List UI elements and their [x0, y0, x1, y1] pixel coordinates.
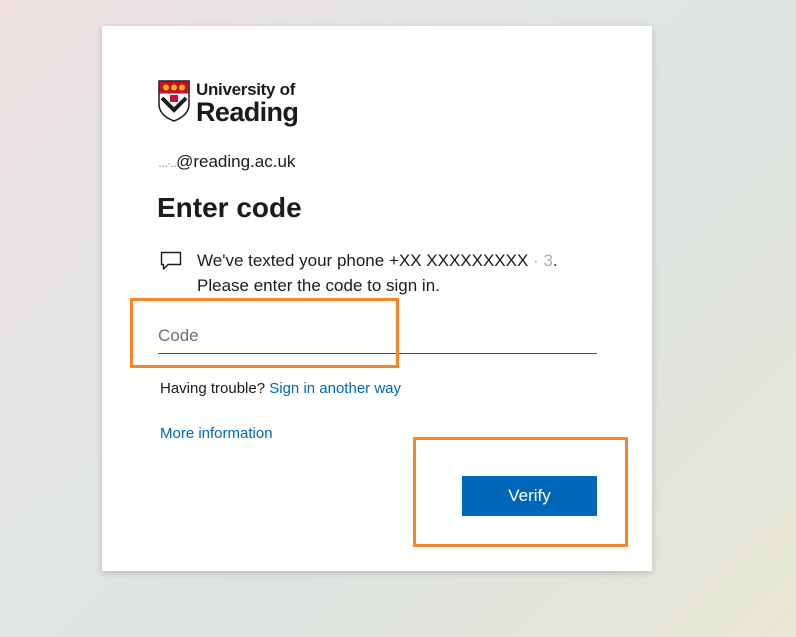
sign-in-card: University of Reading ․․․·․․@reading.ac.…: [102, 26, 652, 571]
more-information-link[interactable]: More information: [160, 425, 273, 442]
university-logo: University of Reading: [158, 80, 299, 127]
page-title: Enter code: [157, 192, 302, 223]
account-identity: ․․․·․․@reading.ac.uk: [158, 152, 295, 172]
sms-sent-message: We've texted your phone +XX XXXXXXXXX · …: [197, 248, 597, 298]
code-input[interactable]: [158, 319, 597, 354]
message-icon: [160, 251, 182, 270]
university-wordmark: University of Reading: [196, 80, 299, 127]
masked-phone-digits: · 3: [533, 251, 553, 270]
message-text-start: We've texted your phone +XX XXXXXXXXX: [197, 251, 529, 270]
masked-username: ․․․·․․: [158, 156, 177, 170]
account-domain: @reading.ac.uk: [176, 152, 296, 171]
wordmark-line-1: University of: [196, 80, 296, 99]
having-trouble-label: Having trouble?: [160, 380, 266, 397]
wordmark-line-2: Reading: [196, 97, 299, 127]
university-shield-icon: [158, 80, 190, 122]
having-trouble-row: Having trouble? Sign in another way: [160, 380, 401, 397]
sign-in-another-way-link[interactable]: Sign in another way: [269, 380, 401, 397]
verify-button[interactable]: Verify: [462, 476, 597, 516]
